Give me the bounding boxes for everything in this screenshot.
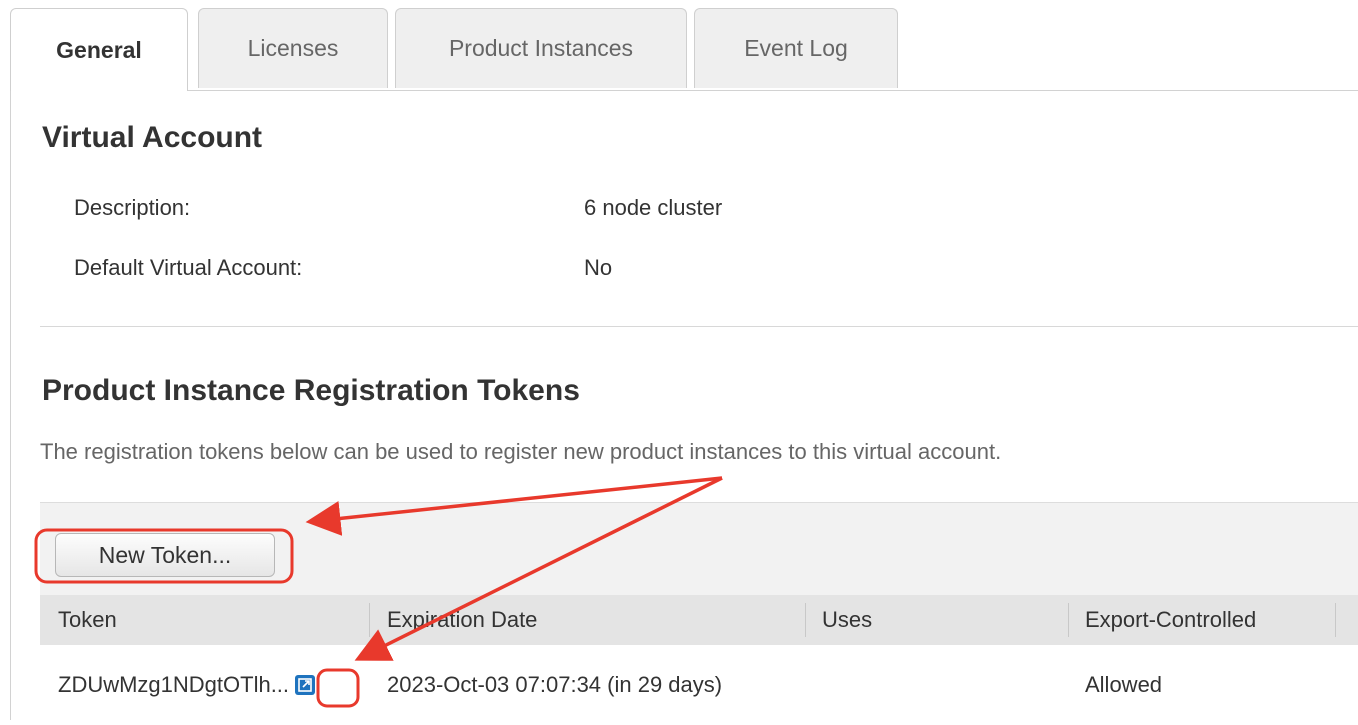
tab-label: Licenses <box>247 35 339 61</box>
tab-product-instances[interactable]: Product Instances <box>395 8 687 88</box>
column-header-uses[interactable]: Uses <box>822 595 872 645</box>
tokens-intro-text: The registration tokens below can be use… <box>40 439 1002 464</box>
expiration-cell: 2023-Oct-03 07:07:34 (in 29 days) <box>387 672 723 697</box>
section-divider <box>40 326 1358 327</box>
copy-link-icon[interactable] <box>295 675 316 695</box>
tokens-toolbar: New Token... <box>40 502 1358 596</box>
export-controlled-cell: Allowed <box>1085 672 1163 697</box>
tab-label: General <box>56 36 142 63</box>
column-header-expiration-date[interactable]: Expiration Date <box>387 595 537 645</box>
token-cell: ZDUwMzg1NDgtOTlh... <box>58 645 316 725</box>
new-token-button[interactable]: New Token... <box>55 533 275 577</box>
default-virtual-account-label: Default Virtual Account: <box>74 255 303 280</box>
column-header-token[interactable]: Token <box>58 595 117 645</box>
column-divider <box>805 603 806 637</box>
tab-label: Product Instances <box>448 35 634 61</box>
tab-licenses[interactable]: Licenses <box>198 8 388 88</box>
virtual-account-heading: Virtual Account <box>42 121 263 154</box>
token-value: ZDUwMzg1NDgtOTlh... <box>58 672 290 697</box>
tab-label: Event Log <box>744 35 848 61</box>
tokens-table-header: Token Expiration Date Uses Export-Contro… <box>40 595 1358 645</box>
table-row: ZDUwMzg1NDgtOTlh... 2023-Oct-03 07:07:34… <box>40 645 1358 720</box>
panel-left-border <box>10 90 11 720</box>
default-virtual-account-value: No <box>584 255 613 280</box>
description-label: Description: <box>74 195 191 220</box>
column-header-export-controlled[interactable]: Export-Controlled <box>1085 595 1256 645</box>
description-value: 6 node cluster <box>584 195 723 220</box>
column-divider <box>1335 603 1336 637</box>
column-divider <box>1068 603 1069 637</box>
tokens-heading: Product Instance Registration Tokens <box>42 374 580 407</box>
tab-general[interactable]: General <box>10 8 188 91</box>
tab-event-log[interactable]: Event Log <box>694 8 898 88</box>
column-divider <box>369 603 370 637</box>
tab-bar: General Licenses Product Instances Event… <box>10 8 1358 91</box>
